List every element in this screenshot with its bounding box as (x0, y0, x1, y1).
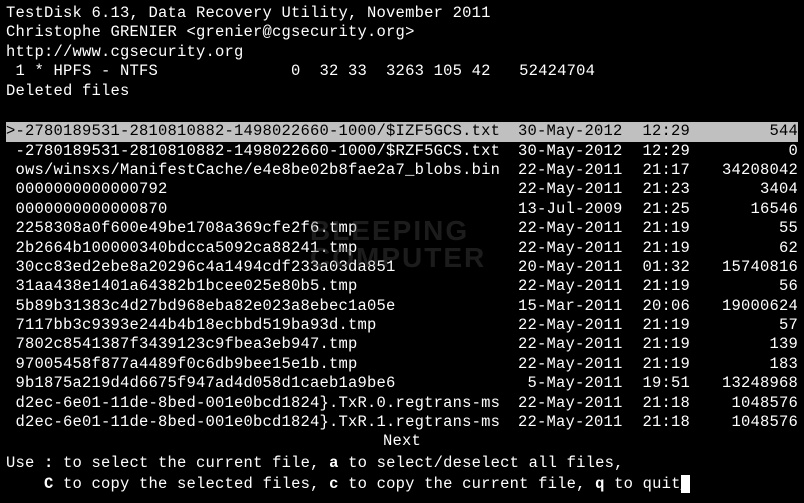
file-name: 0000000000000870 (6, 200, 518, 219)
file-row[interactable]: 97005458f877a4489f0c6db9bee15e1b.tmp22-M… (6, 355, 798, 374)
file-row[interactable]: 5b89b31383c4d27bd968eba82e023a8ebec1a05e… (6, 297, 798, 316)
file-row[interactable]: -2780189531-2810810882-1498022660-1000/$… (6, 142, 798, 161)
file-name: 7117bb3c9393e244b4b18ecbbd519ba93d.tmp (6, 316, 518, 335)
file-row[interactable]: 30cc83ed2ebe8a20296c4a1494cdf233a03da851… (6, 258, 798, 277)
file-date: 22-May-2011 (518, 180, 633, 199)
file-date: 22-May-2011 (518, 316, 633, 335)
partition-info: 1 * HPFS - NTFS 0 32 33 3263 105 42 5242… (6, 62, 798, 81)
author-line: Christophe GRENIER <grenier@cgsecurity.o… (6, 23, 798, 42)
file-row[interactable]: 2b2664b100000340bdcca5092ca88241.tmp22-M… (6, 239, 798, 258)
mode-label: Deleted files (6, 82, 798, 101)
file-name: ows/winsxs/ManifestCache/e4e8be02b8fae2a… (6, 161, 518, 180)
file-name: 30cc83ed2ebe8a20296c4a1494cdf233a03da851 (6, 258, 518, 277)
file-size: 56 (691, 277, 798, 296)
file-row[interactable]: ows/winsxs/ManifestCache/e4e8be02b8fae2a… (6, 161, 798, 180)
file-date: 15-Mar-2011 (518, 297, 633, 316)
file-name: d2ec-6e01-11de-8bed-001e0bcd1824}.TxR.0.… (6, 394, 518, 413)
blank-line (6, 101, 798, 120)
file-size: 1048576 (691, 394, 798, 413)
file-time: 21:18 (633, 394, 691, 413)
file-size: 19000624 (691, 297, 798, 316)
file-date: 20-May-2011 (518, 258, 633, 277)
file-name: 2258308a0f600e49be1708a369cfe2f6.tmp (6, 219, 518, 238)
file-row[interactable]: 9b1875a219d4d6675f947ad4d058d1caeb1a9be6… (6, 374, 798, 393)
file-time: 21:18 (633, 413, 691, 432)
file-date: 22-May-2011 (518, 413, 633, 432)
file-size: 1048576 (691, 413, 798, 432)
file-row[interactable]: d2ec-6e01-11de-8bed-001e0bcd1824}.TxR.0.… (6, 394, 798, 413)
file-date: 22-May-2011 (518, 394, 633, 413)
file-name: d2ec-6e01-11de-8bed-001e0bcd1824}.TxR.1.… (6, 413, 518, 432)
file-time: 21:19 (633, 355, 691, 374)
file-name: >-2780189531-2810810882-1498022660-1000/… (6, 122, 518, 141)
file-size: 0 (691, 142, 798, 161)
file-size: 183 (691, 355, 798, 374)
file-size: 544 (691, 122, 798, 141)
file-date: 30-May-2012 (518, 122, 633, 141)
file-list[interactable]: >-2780189531-2810810882-1498022660-1000/… (6, 122, 798, 432)
key-q: q (595, 475, 605, 493)
app-title: TestDisk 6.13, Data Recovery Utility, No… (6, 4, 798, 23)
file-row[interactable]: 2258308a0f600e49be1708a369cfe2f6.tmp22-M… (6, 219, 798, 238)
file-size: 55 (691, 219, 798, 238)
file-time: 12:29 (633, 142, 691, 161)
file-time: 21:17 (633, 161, 691, 180)
file-time: 19:51 (633, 374, 691, 393)
file-name: 9b1875a219d4d6675f947ad4d058d1caeb1a9be6 (6, 374, 518, 393)
file-date: 22-May-2011 (518, 239, 633, 258)
key-a: a (329, 454, 339, 472)
file-row[interactable]: 000000000000087013-Jul-2009 21:2516546 (6, 200, 798, 219)
key-upper-c: C (44, 475, 54, 493)
key-colon: : (44, 454, 54, 472)
file-time: 12:29 (633, 122, 691, 141)
file-date: 22-May-2011 (518, 219, 633, 238)
file-size: 57 (691, 316, 798, 335)
file-size: 139 (691, 335, 798, 354)
file-row[interactable]: d2ec-6e01-11de-8bed-001e0bcd1824}.TxR.1.… (6, 413, 798, 432)
file-row[interactable]: >-2780189531-2810810882-1498022660-1000/… (6, 122, 798, 141)
file-size: 15740816 (691, 258, 798, 277)
file-size: 3404 (691, 180, 798, 199)
file-size: 34208042 (691, 161, 798, 180)
file-size: 13248968 (691, 374, 798, 393)
next-indicator: Next (6, 432, 798, 451)
file-date: 5-May-2011 (518, 374, 633, 393)
file-date: 22-May-2011 (518, 277, 633, 296)
file-date: 22-May-2011 (518, 335, 633, 354)
file-size: 62 (691, 239, 798, 258)
file-date: 13-Jul-2009 (518, 200, 633, 219)
file-date: 22-May-2011 (518, 161, 633, 180)
file-name: 5b89b31383c4d27bd968eba82e023a8ebec1a05e (6, 297, 518, 316)
file-time: 21:19 (633, 219, 691, 238)
file-time: 21:19 (633, 277, 691, 296)
file-name: -2780189531-2810810882-1498022660-1000/$… (6, 142, 518, 161)
file-date: 22-May-2011 (518, 355, 633, 374)
file-name: 2b2664b100000340bdcca5092ca88241.tmp (6, 239, 518, 258)
file-row[interactable]: 7802c8541387f3439123c9fbea3eb947.tmp22-M… (6, 335, 798, 354)
file-size: 16546 (691, 200, 798, 219)
file-row[interactable]: 7117bb3c9393e244b4b18ecbbd519ba93d.tmp22… (6, 316, 798, 335)
app-url: http://www.cgsecurity.org (6, 43, 798, 62)
file-time: 21:19 (633, 316, 691, 335)
file-time: 21:23 (633, 180, 691, 199)
file-name: 0000000000000792 (6, 180, 518, 199)
key-lower-c: c (329, 475, 339, 493)
file-name: 97005458f877a4489f0c6db9bee15e1b.tmp (6, 355, 518, 374)
help-line-2: C to copy the selected files, c to copy … (6, 475, 798, 494)
file-time: 21:19 (633, 239, 691, 258)
file-name: 31aa438e1401a64382b1bcee025e80b5.tmp (6, 277, 518, 296)
file-date: 30-May-2012 (518, 142, 633, 161)
file-time: 21:25 (633, 200, 691, 219)
file-time: 21:19 (633, 335, 691, 354)
file-row[interactable]: 000000000000079222-May-2011 21:233404 (6, 180, 798, 199)
file-name: 7802c8541387f3439123c9fbea3eb947.tmp (6, 335, 518, 354)
file-time: 01:32 (633, 258, 691, 277)
file-time: 20:06 (633, 297, 691, 316)
help-line-1: Use : to select the current file, a to s… (6, 454, 798, 473)
file-row[interactable]: 31aa438e1401a64382b1bcee025e80b5.tmp22-M… (6, 277, 798, 296)
